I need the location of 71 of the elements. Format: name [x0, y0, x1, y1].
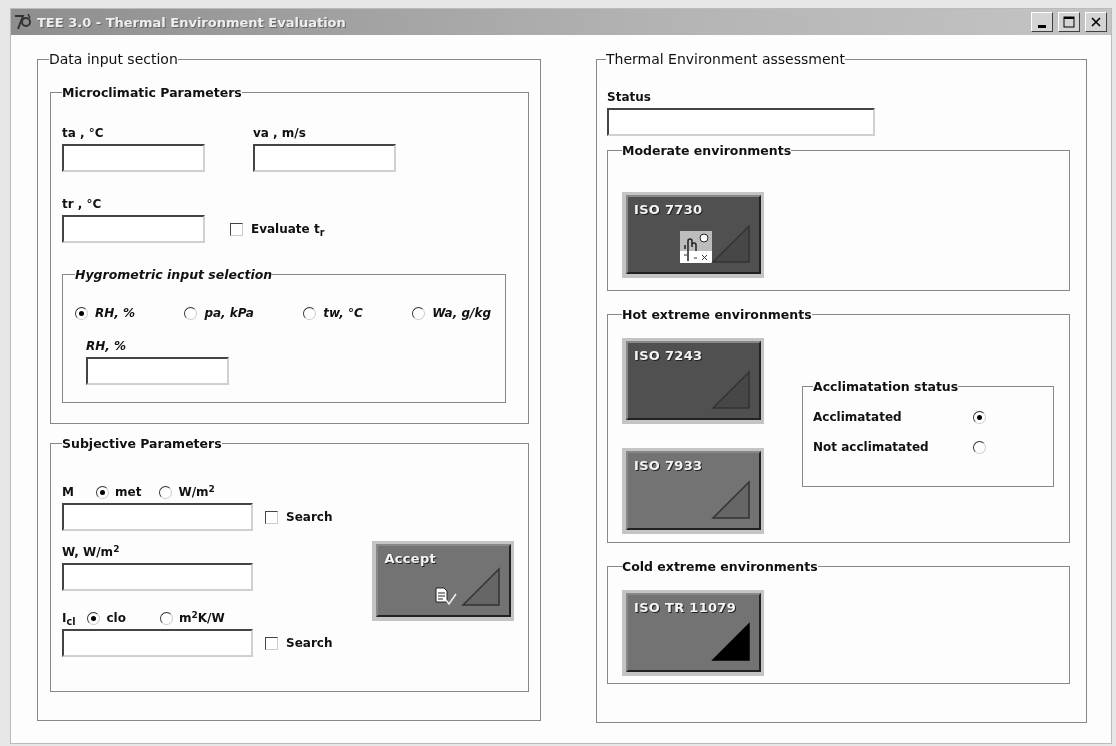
standard-button[interactable]: ISO 7730 [626, 195, 761, 274]
checkbox[interactable] [265, 636, 278, 650]
minimize-button[interactable] [1031, 12, 1053, 32]
standard-button[interactable]: ISO 7933 [626, 451, 761, 530]
group-title: Subjective Parameters [62, 436, 222, 451]
document-check-icon [434, 586, 459, 606]
radio-button[interactable] [75, 306, 88, 320]
standard-button[interactable]: ISO 7243 [626, 341, 761, 420]
input-field[interactable] [62, 215, 205, 243]
group-title: Moderate environments [622, 143, 792, 158]
radio-button[interactable] [159, 485, 173, 499]
window-title: TEE 3.0 - Thermal Environment Evaluation [37, 14, 347, 30]
triangle-icon [711, 622, 751, 662]
radio-button[interactable] [303, 306, 317, 320]
input-field[interactable] [62, 144, 205, 172]
radio-label: Acclimatated [813, 410, 903, 424]
section-title: Thermal Environment assessment [606, 51, 845, 67]
radio-label: Not acclimatated [813, 440, 930, 454]
triangle-icon [711, 480, 751, 520]
radio-label: Wa, g/kg [432, 306, 491, 320]
group-title: Hot extreme environments [622, 307, 812, 322]
minimize-icon [1038, 24, 1046, 28]
radio-button[interactable] [96, 485, 109, 499]
field-label: M [62, 485, 75, 499]
standard-button[interactable]: ISO TR 11079 [626, 593, 761, 672]
radio-button[interactable] [412, 306, 426, 320]
field-label: I$_{cl}$ [62, 611, 76, 625]
checkbox[interactable] [265, 510, 278, 524]
radio-label: pa, kPa [204, 306, 254, 320]
checkbox-label: Search [286, 510, 333, 524]
thermometer-hand-icon [680, 231, 712, 265]
radio-button[interactable] [973, 440, 986, 454]
accept-button[interactable]: Accept [376, 544, 512, 617]
maximize-button[interactable] [1058, 12, 1080, 32]
radio-button[interactable] [159, 611, 173, 625]
input-field[interactable] [253, 144, 396, 172]
status-field[interactable] [607, 108, 875, 136]
field-label: tr , °C [62, 197, 103, 211]
group-title: Cold extreme environments [622, 559, 818, 574]
checkbox[interactable] [230, 222, 243, 236]
radio-button[interactable] [184, 306, 198, 320]
input-field[interactable] [62, 563, 253, 591]
radio-label: m$^{2}$K/W [178, 611, 225, 625]
triangle-icon [711, 224, 751, 264]
field-label: W, W/m$^{2}$ [62, 545, 121, 559]
input-field[interactable] [86, 357, 229, 385]
group-title: Acclimatation status [813, 379, 959, 394]
checkbox-label: Search [286, 636, 333, 650]
group-title: Hygrometric input selection [75, 267, 273, 282]
input-field[interactable] [62, 503, 253, 531]
checkbox-label: Evaluate t$_{r}$ [251, 222, 325, 236]
group-title: Microclimatic Parameters [62, 85, 242, 100]
field-label: ta , °C [62, 126, 105, 140]
app-logo-icon [13, 12, 33, 32]
maximize-icon [1063, 16, 1075, 28]
radio-label: tw, °C [323, 306, 363, 320]
triangle-icon [461, 567, 502, 607]
close-icon [1091, 17, 1101, 27]
close-button[interactable] [1085, 12, 1107, 32]
section-title: Data input section [49, 51, 178, 67]
field-label: RH, % [86, 339, 128, 353]
triangle-icon [711, 370, 751, 410]
radio-label: met [115, 485, 142, 499]
field-label: Status [607, 90, 652, 104]
field-label: va , m/s [253, 126, 307, 140]
radio-label: clo [106, 611, 126, 625]
radio-button[interactable] [973, 410, 986, 424]
radio-label: W/m$^{2}$ [178, 485, 215, 499]
radio-label: RH, % [95, 306, 136, 320]
radio-button[interactable] [87, 611, 101, 625]
input-field[interactable] [62, 629, 253, 657]
